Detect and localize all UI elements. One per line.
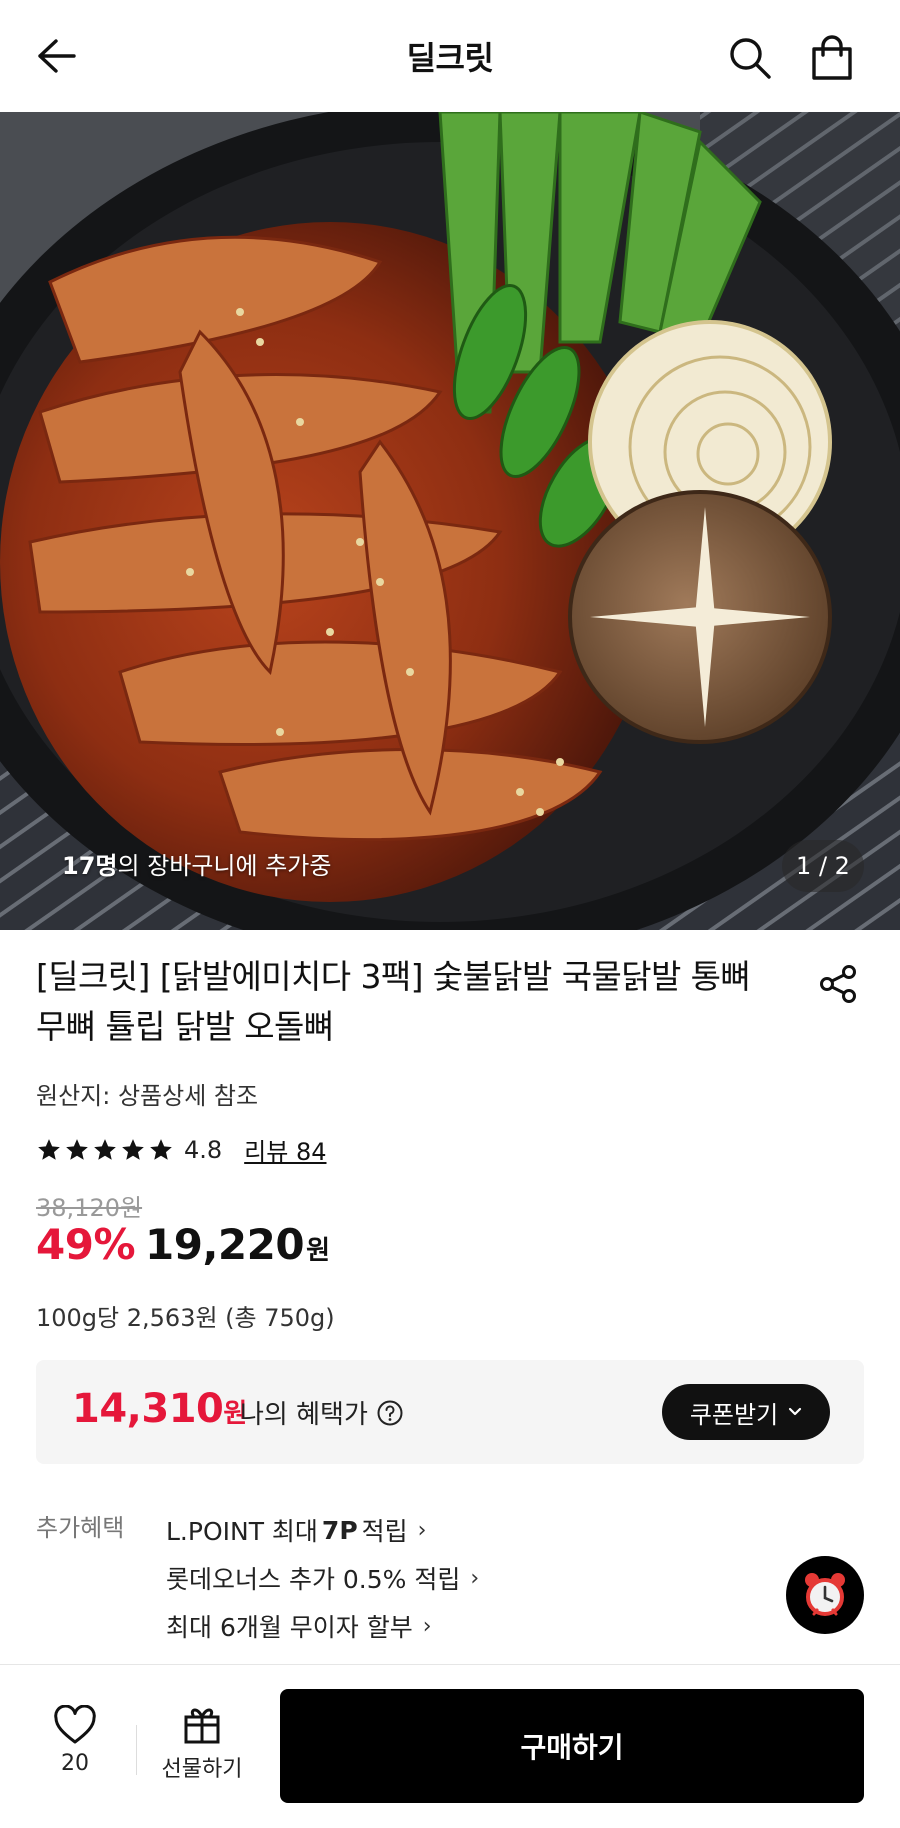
chevron-right-icon: › [470, 1565, 480, 1591]
price-row: 49% 19,220 원 [36, 1220, 330, 1269]
cart-count: 17명 [62, 852, 118, 880]
page-title: 딜크릿 [406, 39, 494, 77]
star-icon [66, 1138, 88, 1160]
benefit-price-box: 14,310원 나의 혜택가 쿠폰받기 [36, 1360, 864, 1464]
chevron-right-icon: › [422, 1613, 432, 1639]
chevron-down-icon [789, 1407, 802, 1416]
extra-item-text: 최대 6개월 무이자 할부 [166, 1613, 413, 1642]
wishlist-button[interactable]: 20 [40, 1705, 110, 1795]
divider [136, 1725, 137, 1775]
benefit-label: 나의 혜택가 [240, 1400, 368, 1430]
original-price: 38,120원 [36, 1194, 143, 1222]
extra-item-text: 롯데오너스 추가 0.5% 적립 [166, 1565, 461, 1594]
extra-item-text: L.POINT 최대 [166, 1517, 318, 1546]
cart-note-text: 의 장바구니에 추가중 [117, 852, 332, 880]
coupon-button-label: 쿠폰받기 [689, 1400, 779, 1429]
benefit-price-value: 14,310 [72, 1386, 224, 1432]
extra-benefit-list: L.POINT 최대 7P 적립 › 롯데오너스 추가 0.5% 적립 › 최대… [166, 1506, 479, 1650]
price-unit: 원 [306, 1236, 331, 1266]
sale-price: 19,220 [145, 1220, 305, 1269]
heart-icon [54, 1705, 96, 1744]
help-icon[interactable] [376, 1399, 404, 1427]
gift-button[interactable]: 선물하기 [152, 1703, 252, 1799]
unit-price: 100g당 2,563원 (총 750g) [36, 1304, 335, 1332]
coupon-button[interactable]: 쿠폰받기 [662, 1384, 830, 1440]
arrow-left-icon [38, 39, 76, 73]
product-photo [0, 112, 900, 930]
gift-icon [184, 1708, 220, 1744]
star-icon [122, 1138, 144, 1160]
extra-benefit-installment[interactable]: 최대 6개월 무이자 할부 › [166, 1602, 479, 1650]
extra-item-suffix: 적립 [361, 1517, 408, 1546]
gift-label: 선물하기 [161, 1757, 243, 1782]
share-button[interactable] [814, 960, 862, 1008]
extra-item-highlight: 7P [321, 1515, 358, 1545]
alarm-floating-button[interactable] [786, 1556, 864, 1634]
extra-benefit-lpoint[interactable]: L.POINT 최대 7P 적립 › [166, 1506, 479, 1554]
cart-button[interactable] [802, 28, 862, 88]
search-button[interactable] [722, 30, 778, 86]
product-image-carousel[interactable]: 17명의 장바구니에 추가중 1 / 2 [0, 112, 900, 930]
bottom-action-bar: 20 선물하기 구매하기 [0, 1664, 900, 1828]
benefit-label-row: 나의 혜택가 [240, 1394, 404, 1431]
rating-row: 4.8 리뷰 84 [36, 1132, 327, 1167]
share-icon [820, 965, 856, 1003]
alarm-clock-icon [805, 1573, 845, 1616]
search-icon [730, 38, 771, 79]
benefit-price: 14,310원 [72, 1386, 247, 1432]
chevron-right-icon: › [417, 1517, 427, 1543]
back-button[interactable] [28, 28, 84, 84]
buy-button[interactable]: 구매하기 [280, 1689, 864, 1803]
review-link[interactable]: 리뷰 84 [244, 1132, 326, 1167]
wishlist-count: 20 [61, 1751, 89, 1776]
star-icon [94, 1138, 116, 1160]
origin-info: 원산지: 상품상세 참조 [36, 1082, 259, 1110]
top-app-bar: 딜크릿 [0, 0, 900, 112]
image-pager: 1 / 2 [782, 840, 864, 892]
star-rating [36, 1137, 174, 1163]
extra-benefit-lotteowners[interactable]: 롯데오너스 추가 0.5% 적립 › [166, 1554, 479, 1602]
discount-rate: 49% [36, 1220, 136, 1269]
cart-add-notice: 17명의 장바구니에 추가중 [62, 846, 331, 881]
star-icon [150, 1138, 172, 1160]
star-icon [38, 1138, 60, 1160]
extra-benefit-label: 추가혜택 [36, 1514, 125, 1542]
shopping-bag-icon [812, 35, 852, 80]
product-title: [딜크릿] [닭발에미치다 3팩] 숯불닭발 국물닭발 통뼈 무뼈 튤립 닭발 … [36, 957, 751, 1046]
rating-score: 4.8 [184, 1135, 223, 1164]
